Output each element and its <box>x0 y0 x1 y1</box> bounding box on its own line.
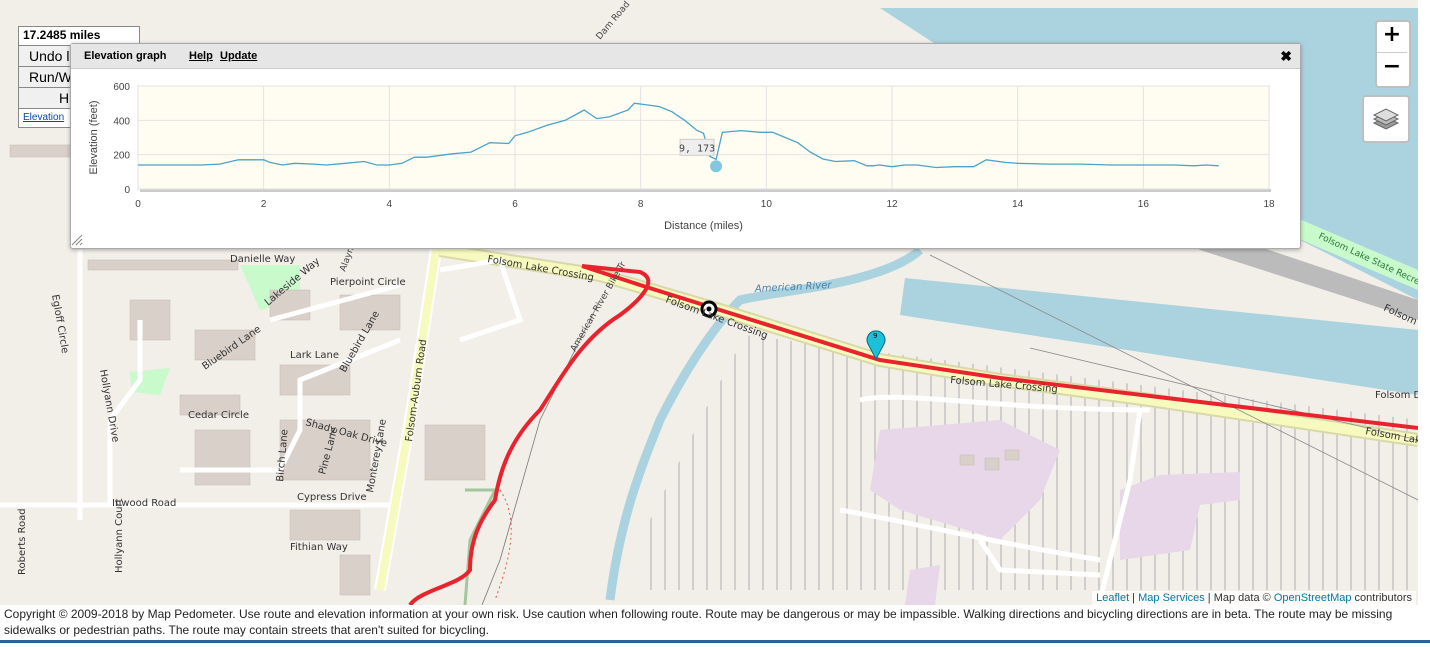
label-folsom-d: Folsom D <box>1375 390 1418 401</box>
label-american-river: American River <box>754 280 833 295</box>
tooltip-text: 9, 173 <box>679 143 715 154</box>
label-lark-lane: Lark Lane <box>290 350 339 361</box>
x-tick-label: 18 <box>1263 199 1275 210</box>
label-pierpoint-circle: Pierpoint Circle <box>330 277 406 288</box>
footer-bar <box>0 640 1430 643</box>
label-hollyann-drive: Hollyann Drive <box>97 369 121 444</box>
zoom-out-button[interactable]: − <box>1377 54 1407 84</box>
elevation-graph-window: Elevation graph Help Update ✖ 0 2 4 6 8 10 12 1… <box>70 43 1301 249</box>
y-axis-label: Elevation (feet) <box>88 101 100 175</box>
resize-handle-icon[interactable] <box>71 234 83 246</box>
close-icon[interactable]: ✖ <box>1280 48 1292 65</box>
label-fithian-way: Fithian Way <box>290 542 348 553</box>
label-cypress-drive: Cypress Drive <box>297 492 367 503</box>
zoom-control: + − <box>1375 20 1411 88</box>
x-tick-label: 0 <box>135 199 141 210</box>
mile-marker-label: 9 <box>873 332 877 340</box>
label-cedar-circle: Cedar Circle <box>188 410 249 421</box>
update-link[interactable]: Update <box>220 50 257 62</box>
label-danielle-way: Danielle Way <box>230 254 295 265</box>
x-tick-label: 16 <box>1138 199 1150 210</box>
elevation-titlebar[interactable]: Elevation graph Help Update ✖ <box>71 44 1300 69</box>
x-axis-label: Distance (miles) <box>664 220 743 232</box>
label-egloff-circle: Egloff Circle <box>49 294 70 355</box>
help-link[interactable]: Help <box>189 50 213 62</box>
elevation-title: Elevation graph <box>84 50 167 62</box>
label-dam-road: Dam Road <box>595 0 633 42</box>
x-tick-label: 4 <box>387 199 393 210</box>
leaflet-link[interactable]: Leaflet <box>1096 592 1129 604</box>
openstreetmap-link[interactable]: OpenStreetMap <box>1274 592 1352 604</box>
copyright-footer: Copyright © 2009-2018 by Map Pedometer. … <box>4 607 1393 637</box>
zoom-in-button[interactable]: + <box>1377 22 1407 53</box>
y-tick-label: 400 <box>113 116 130 127</box>
plot-area <box>137 85 1270 190</box>
label-roberts-road: Roberts Road <box>17 508 28 575</box>
layers-button[interactable] <box>1362 95 1410 143</box>
y-tick-label: 0 <box>124 185 130 196</box>
x-tick-label: 2 <box>261 199 267 210</box>
highlighted-point <box>710 160 723 173</box>
x-tick-label: 8 <box>638 199 644 210</box>
x-tick-label: 14 <box>1012 199 1024 210</box>
map-services-link[interactable]: Map Services <box>1138 592 1205 604</box>
y-tick-label: 200 <box>113 151 130 162</box>
x-tick-label: 10 <box>761 199 773 210</box>
layers-icon <box>1372 108 1400 130</box>
map-attribution: Leaflet | Map Services | Map data © Open… <box>1092 591 1416 605</box>
label-hollyann-court: Hollyann Court <box>114 498 125 573</box>
x-tick-label: 12 <box>886 199 898 210</box>
x-tick-label: 6 <box>512 199 518 210</box>
y-tick-label: 600 <box>113 82 130 93</box>
elevation-chart: 0 2 4 6 8 10 12 14 16 18 0 200 400 600 Distance (miles… <box>88 82 1275 232</box>
